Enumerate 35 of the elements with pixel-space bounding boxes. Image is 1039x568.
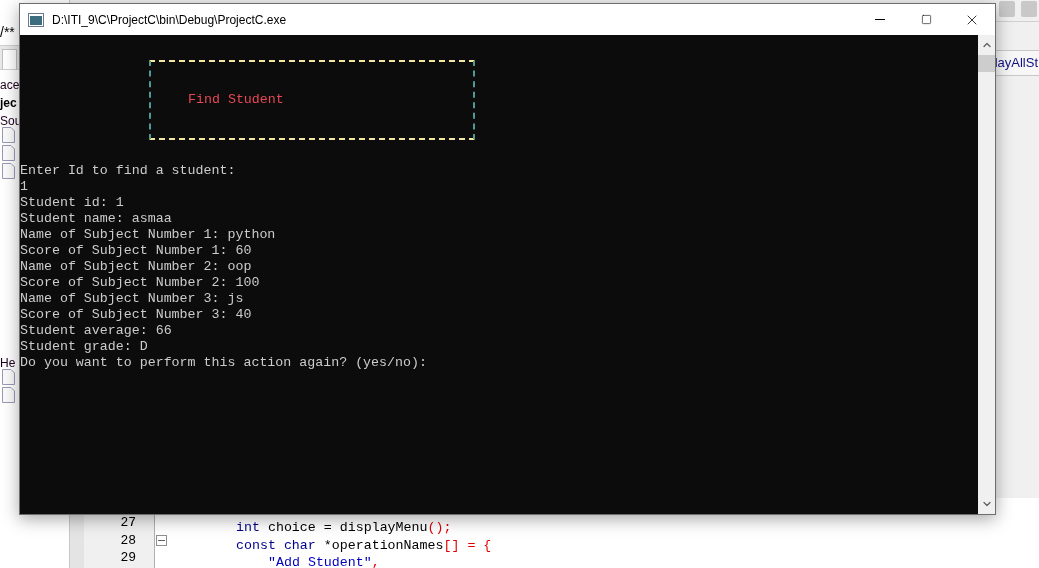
fold-toggle[interactable] <box>156 534 167 546</box>
console-line: Enter Id to find a student: <box>20 163 237 179</box>
line-number: 28 <box>119 531 137 549</box>
panel-tab[interactable] <box>2 49 17 69</box>
tree-label[interactable]: ace <box>0 76 20 94</box>
banner-title: Find Student <box>188 92 284 108</box>
window-title: D:\ITI_9\C\ProjectC\bin\Debug\ProjectC.exe <box>52 11 288 29</box>
console-app-icon <box>28 12 44 27</box>
console-line: Student average: 66 <box>20 323 173 339</box>
console-line: Name of Subject Number 1: python <box>20 227 277 243</box>
console-line: Student id: 1 <box>20 195 125 211</box>
console-line: Student grade: D <box>20 339 149 355</box>
line-number: 27 <box>119 514 137 532</box>
line-number: 29 <box>119 549 137 567</box>
console-line: Name of Subject Number 3: js <box>20 291 245 307</box>
toolbar-button[interactable] <box>999 1 1015 17</box>
console-line: Score of Subject Number 3: 40 <box>20 307 253 323</box>
minimize-icon <box>875 19 885 20</box>
tree-label[interactable]: jec <box>0 94 17 112</box>
code-line: "Add Student", <box>268 554 380 568</box>
console-line: Name of Subject Number 2: oop <box>20 259 253 275</box>
code-line: const char *operationNames[] = { <box>236 536 492 554</box>
console-line: 1 <box>20 179 29 195</box>
scrollbar[interactable] <box>978 35 995 514</box>
tree-label[interactable]: He <box>0 354 16 372</box>
toolbar-button[interactable] <box>1021 1 1037 17</box>
code-line: int choice = displayMenu(); <box>236 519 452 537</box>
code-comment: /** <box>0 23 16 42</box>
console-line: Score of Subject Number 1: 60 <box>20 243 253 259</box>
maximize-icon <box>920 14 932 25</box>
console-line: Student name: asmaa <box>20 211 173 227</box>
function-selector[interactable]: layAllSt <box>994 53 1039 73</box>
scroll-thumb[interactable] <box>978 55 995 72</box>
console-line: Do you want to perform this action again? (yes/no): <box>20 355 428 371</box>
console-line: Score of Subject Number 2: 100 <box>20 275 261 291</box>
